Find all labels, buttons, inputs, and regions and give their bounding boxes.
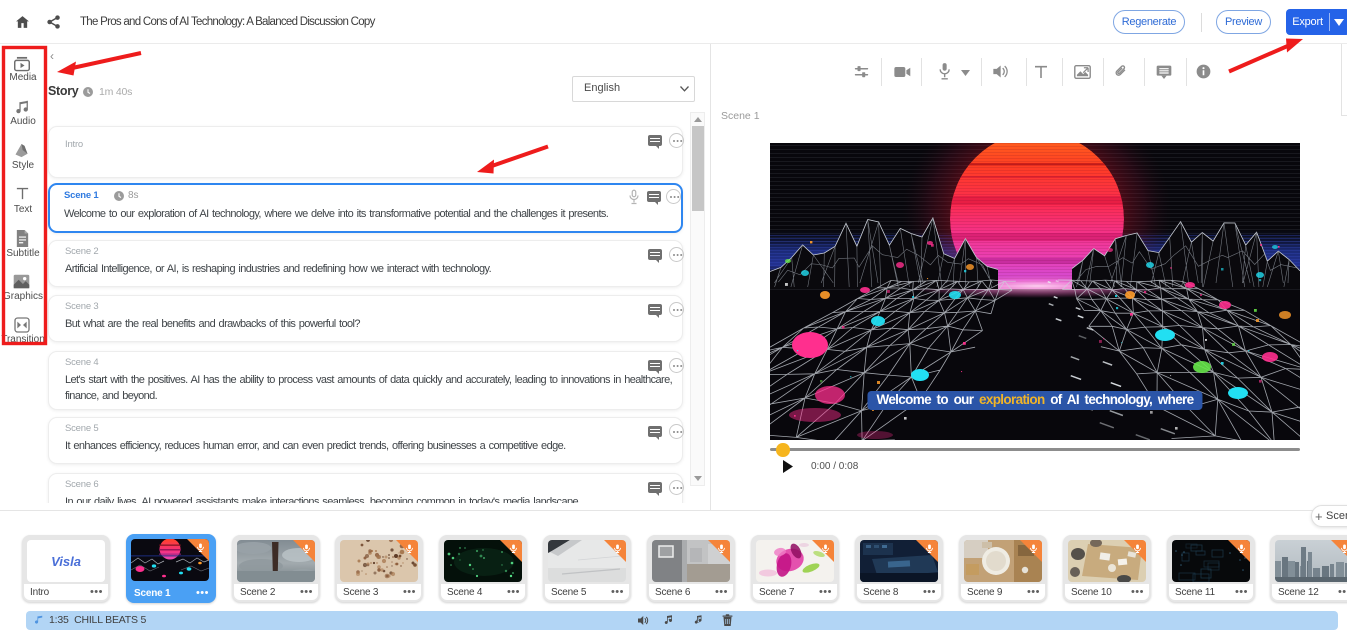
svg-text:Visla: Visla: [51, 554, 81, 569]
